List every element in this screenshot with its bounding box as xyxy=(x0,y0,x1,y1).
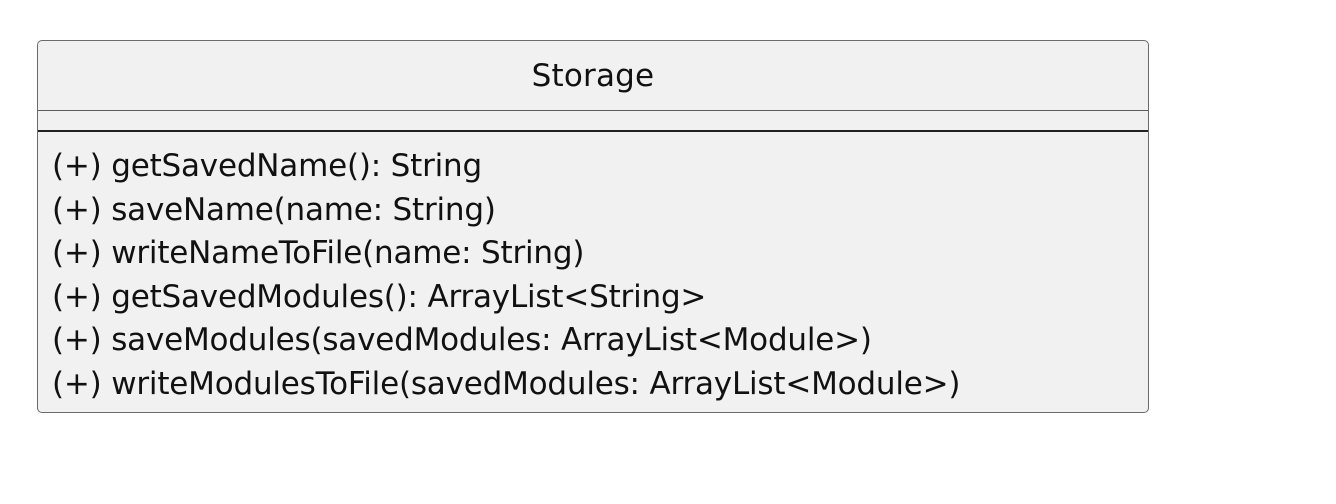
uml-class-storage[interactable]: Storage (+) getSavedName(): String (+) s… xyxy=(37,40,1149,413)
method-item: (+) getSavedName(): String xyxy=(52,148,482,184)
class-name: Storage xyxy=(531,57,655,94)
method-item: (+) getSavedModules(): ArrayList<String> xyxy=(52,278,707,315)
method-item: (+) writeNameToFile(name: String) xyxy=(52,235,585,271)
header-divider xyxy=(38,110,1148,111)
method-item: (+) writeModulesToFile(savedModules: Arr… xyxy=(52,365,961,402)
method-list: (+) getSavedName(): String (+) saveName(… xyxy=(52,145,961,406)
attributes-divider xyxy=(38,130,1148,132)
class-header: Storage xyxy=(38,41,1148,111)
method-item: (+) saveName(name: String) xyxy=(52,191,496,228)
method-item: (+) saveModules(savedModules: ArrayList<… xyxy=(52,322,872,358)
